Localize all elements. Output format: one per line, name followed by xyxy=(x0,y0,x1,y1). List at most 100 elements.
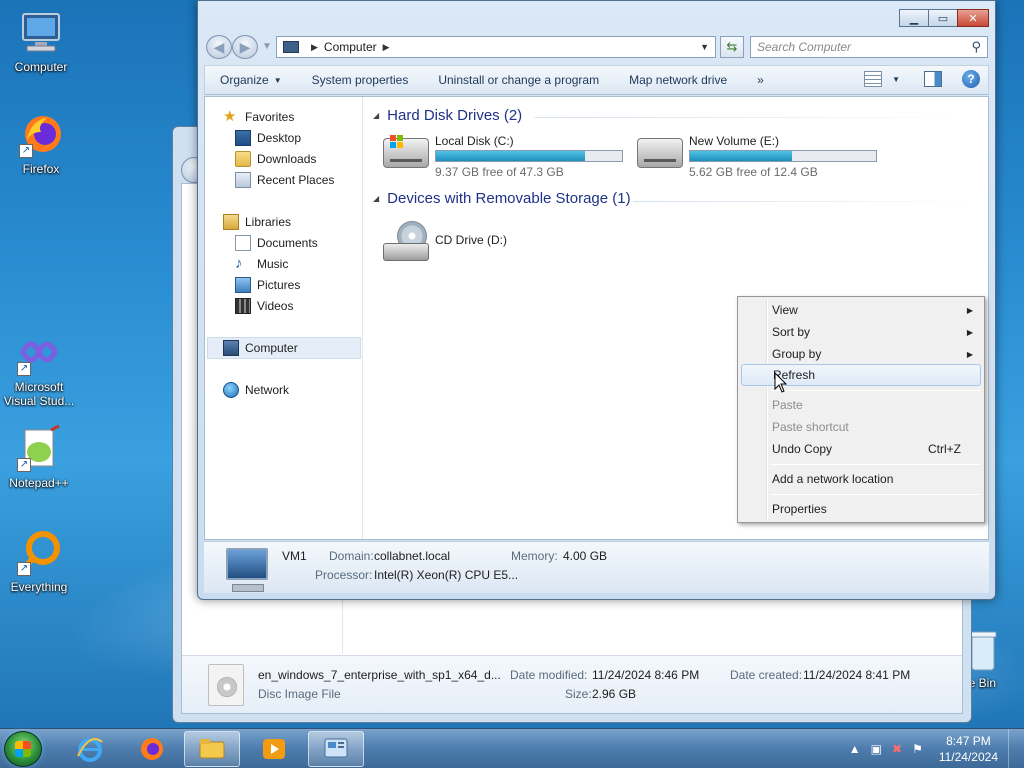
caption-buttons: ▁ ▭ ✕ xyxy=(899,9,989,27)
menu-item-group-by[interactable]: Group by ▶ xyxy=(741,343,981,365)
forward-arrow-icon: ▶ xyxy=(239,39,251,55)
maximize-button[interactable]: ▭ xyxy=(928,9,958,27)
menu-item-sort-by[interactable]: Sort by ▶ xyxy=(741,321,981,343)
nav-item-libraries[interactable]: Libraries xyxy=(223,212,291,232)
desktop-icon-computer[interactable]: Computer xyxy=(2,8,80,74)
nav-item-pictures[interactable]: Pictures xyxy=(235,275,300,295)
breadcrumb-chevron-icon[interactable]: ▶ xyxy=(383,42,390,53)
menu-item-paste-shortcut[interactable]: Paste shortcut xyxy=(741,416,981,438)
system-window-icon xyxy=(324,738,348,758)
menu-item-view[interactable]: View ▶ xyxy=(741,299,981,321)
taskbar-internet-explorer[interactable] xyxy=(62,731,118,767)
address-bar[interactable]: ▶ Computer ▶ ▼ xyxy=(276,36,716,58)
breadcrumb-computer[interactable]: Computer xyxy=(324,40,377,54)
address-dropdown-icon[interactable]: ▼ xyxy=(700,42,709,52)
search-icon[interactable]: ⚲ xyxy=(971,39,981,55)
preview-pane-icon[interactable] xyxy=(924,71,942,87)
nav-item-favorites[interactable]: ★ Favorites xyxy=(223,107,294,127)
group-header-hard-disk-drives[interactable]: ◢ Hard Disk Drives (2) xyxy=(373,107,522,124)
desktop-icon-notepadpp[interactable]: ↗ Notepad++ xyxy=(0,424,78,490)
nav-item-recent-places[interactable]: Recent Places xyxy=(235,170,334,190)
clock[interactable]: 8:47 PM 11/24/2024 xyxy=(939,733,998,765)
command-bar: Organize ▼ System properties Uninstall or… xyxy=(204,65,989,95)
drive-name: CD Drive (D:) xyxy=(435,233,507,247)
desktop-icon-firefox[interactable]: ↗ Firefox xyxy=(2,110,80,176)
nav-item-videos[interactable]: Videos xyxy=(235,296,293,316)
folder-icon xyxy=(199,739,225,759)
disc-image-file-icon xyxy=(208,664,244,706)
computer-icon xyxy=(283,41,299,53)
menu-item-undo-copy[interactable]: Undo Copy Ctrl+Z xyxy=(741,438,981,460)
nav-item-computer[interactable]: Computer xyxy=(223,338,298,358)
uninstall-program-button[interactable]: Uninstall or change a program xyxy=(423,66,614,94)
drive-usage-bar xyxy=(689,150,877,162)
show-hidden-icons-icon[interactable]: ▲ xyxy=(849,742,861,756)
help-icon[interactable]: ? xyxy=(962,70,980,88)
drive-item-new-volume-e[interactable]: New Volume (E:) 5.62 GB free of 12.4 GB xyxy=(637,134,887,182)
date-created-value: 11/24/2024 8:41 PM xyxy=(803,668,911,682)
taskbar-media-player[interactable] xyxy=(246,731,302,767)
nav-label: Network xyxy=(245,383,290,397)
nav-item-music[interactable]: ♪ Music xyxy=(235,254,288,274)
clock-time: 8:47 PM xyxy=(946,734,991,748)
change-view-icon[interactable] xyxy=(864,71,883,87)
map-network-drive-button[interactable]: Map network drive xyxy=(614,66,742,94)
close-button[interactable]: ✕ xyxy=(957,9,989,27)
taskbar-computer-window[interactable] xyxy=(308,731,364,767)
desktop-icon-everything[interactable]: ↗ Everything xyxy=(0,528,78,594)
collapse-triangle-icon[interactable]: ◢ xyxy=(373,194,379,203)
action-center-flag-icon[interactable]: ⚑ xyxy=(912,742,923,756)
refresh-button[interactable]: ⇆ xyxy=(720,36,744,58)
nav-item-desktop[interactable]: Desktop xyxy=(235,128,301,148)
view-dropdown-icon[interactable]: ▼ xyxy=(892,75,900,84)
drive-usage-fill xyxy=(436,151,585,161)
group-rule xyxy=(633,201,983,202)
desktop-icon xyxy=(235,130,251,146)
drive-item-cd-drive-d[interactable]: CD Drive (D:) xyxy=(383,221,583,267)
nav-item-documents[interactable]: Documents xyxy=(235,233,318,253)
menu-separator xyxy=(770,390,981,391)
date-created-label: Date created: xyxy=(730,668,803,682)
system-properties-button[interactable]: System properties xyxy=(297,66,424,94)
menu-label: Sort by xyxy=(772,325,811,339)
collapse-triangle-icon[interactable]: ◢ xyxy=(373,111,379,120)
menu-label: View xyxy=(772,303,798,317)
taskbar-firefox[interactable] xyxy=(124,731,180,767)
drive-item-local-disk-c[interactable]: Local Disk (C:) 9.37 GB free of 47.3 GB xyxy=(383,134,633,182)
menu-item-paste[interactable]: Paste xyxy=(741,394,981,416)
start-button[interactable] xyxy=(4,731,42,767)
organize-button[interactable]: Organize ▼ xyxy=(205,66,297,94)
context-menu: View ▶ Sort by ▶ Group by ▶ Refresh Paste P… xyxy=(737,296,985,523)
organize-label: Organize xyxy=(220,73,269,87)
taskbar-windows-explorer[interactable] xyxy=(184,731,240,767)
drive-free-space: 5.62 GB free of 12.4 GB xyxy=(689,165,818,179)
search-input[interactable]: Search Computer ⚲ xyxy=(750,36,988,58)
hard-drive-icon xyxy=(637,138,683,168)
more-commands-button[interactable]: » xyxy=(742,66,779,94)
group-header-removable-storage[interactable]: ◢ Devices with Removable Storage (1) xyxy=(373,190,631,207)
network-status-icon[interactable]: ▣ xyxy=(871,742,882,756)
domain-value: collabnet.local xyxy=(374,549,451,563)
menu-label: Add a network location xyxy=(772,472,894,486)
nav-item-downloads[interactable]: Downloads xyxy=(235,149,316,169)
computer-icon xyxy=(17,8,65,56)
minimize-button[interactable]: ▁ xyxy=(899,9,929,27)
show-desktop-button[interactable] xyxy=(1008,729,1018,768)
group-title: Hard Disk Drives (2) xyxy=(387,107,523,124)
desktop-icon-label: Notepad++ xyxy=(9,476,69,490)
back-button[interactable]: ◀ xyxy=(206,35,232,59)
menu-label: Paste shortcut xyxy=(772,420,849,434)
drive-usage-fill xyxy=(690,151,793,161)
nav-item-network[interactable]: Network xyxy=(223,380,289,400)
menu-item-add-network-location[interactable]: Add a network location xyxy=(741,468,981,490)
recent-pages-dropdown[interactable]: ▼ xyxy=(262,41,272,52)
refresh-icon: ⇆ xyxy=(726,39,738,54)
breadcrumb-chevron-icon[interactable]: ▶ xyxy=(311,42,318,53)
desktop-icon-visual-studio[interactable]: ↗ Microsoft Visual Stud... xyxy=(0,328,78,408)
toolbar-right: ▼ ? xyxy=(864,70,980,88)
menu-item-properties[interactable]: Properties xyxy=(741,498,981,520)
search-placeholder: Search Computer xyxy=(757,40,852,54)
menu-label: Group by xyxy=(772,347,822,361)
volume-muted-icon[interactable]: ✖ xyxy=(892,742,902,756)
forward-button[interactable]: ▶ xyxy=(232,35,258,59)
